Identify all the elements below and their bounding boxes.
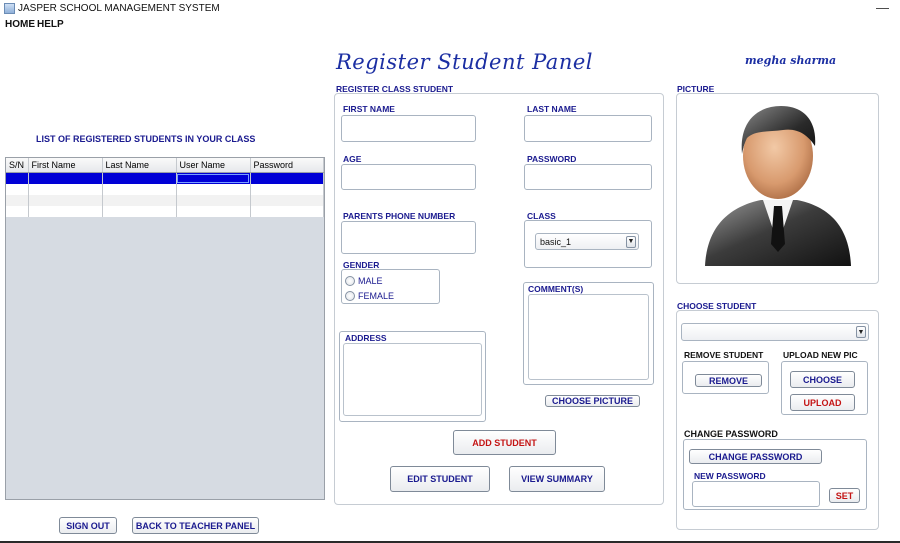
address-label: ADDRESS (345, 333, 387, 343)
col-first-name[interactable]: First Name (28, 158, 103, 173)
col-last-name[interactable]: Last Name (102, 158, 177, 173)
menu-bar: HOME HELP (0, 17, 900, 33)
gender-male-option[interactable]: MALE (345, 275, 383, 287)
window-title: JASPER SCHOOL MANAGEMENT SYSTEM (18, 3, 220, 14)
class-select-value: basic_1 (540, 236, 572, 247)
age-label: AGE (343, 154, 362, 164)
comments-label: COMMENT(S) (528, 284, 584, 294)
choose-button[interactable]: CHOOSE (790, 371, 855, 388)
radio-female[interactable] (345, 291, 355, 302)
student-list-heading: LIST OF REGISTERED STUDENTS IN YOUR CLAS… (36, 134, 256, 144)
java-app-icon (4, 3, 15, 14)
female-label: FEMALE (358, 291, 395, 302)
menu-help[interactable]: HELP (37, 19, 64, 30)
upload-button[interactable]: UPLOAD (790, 394, 855, 411)
change-password-label: CHANGE PASSWORD (684, 429, 778, 439)
remove-student-label: REMOVE STUDENT (684, 350, 764, 360)
gender-female-option[interactable]: FEMALE (345, 290, 394, 302)
minimize-button[interactable]: — (876, 0, 889, 15)
chevron-down-icon: ▼ (856, 326, 866, 338)
view-summary-button[interactable]: VIEW SUMMARY (509, 466, 605, 492)
back-to-teacher-button[interactable]: BACK TO TEACHER PANEL (132, 517, 259, 534)
sign-out-button[interactable]: SIGN OUT (59, 517, 117, 534)
table-row[interactable] (6, 205, 324, 217)
new-password-label: NEW PASSWORD (694, 471, 766, 481)
address-textarea[interactable] (343, 343, 482, 416)
avatar-placeholder-icon (705, 106, 851, 266)
col-sn[interactable]: S/N (6, 158, 29, 173)
menu-home[interactable]: HOME (5, 19, 35, 30)
picture-frame (676, 93, 879, 284)
last-name-label: LAST NAME (527, 104, 577, 114)
col-password[interactable]: Password (250, 158, 324, 173)
add-student-button[interactable]: ADD STUDENT (453, 430, 556, 455)
choose-picture-button[interactable]: CHOOSE PICTURE (545, 395, 640, 407)
change-password-button[interactable]: CHANGE PASSWORD (689, 449, 822, 464)
first-name-input[interactable] (341, 115, 476, 142)
choose-student-select[interactable]: ▼ (681, 323, 869, 341)
table-row-selected[interactable] (6, 172, 324, 184)
password-label: PASSWORD (527, 154, 577, 164)
first-name-label: FIRST NAME (343, 104, 395, 114)
upload-new-pic-label: UPLOAD NEW PIC (783, 350, 858, 360)
new-password-input[interactable] (692, 481, 820, 507)
student-table[interactable]: S/N First Name Last Name User Name Passw… (5, 157, 325, 500)
page-title: Register Student Panel (336, 50, 593, 74)
last-name-input[interactable] (524, 115, 652, 142)
chevron-down-icon: ▼ (626, 235, 636, 248)
parents-phone-input[interactable] (341, 221, 476, 254)
edit-student-button[interactable]: EDIT STUDENT (390, 466, 490, 492)
remove-button[interactable]: REMOVE (695, 374, 762, 387)
table-row[interactable] (6, 183, 324, 195)
logged-in-user: megha sharma (745, 54, 837, 67)
password-input[interactable] (524, 164, 652, 190)
radio-male[interactable] (345, 276, 355, 287)
class-select[interactable]: basic_1 ▼ (535, 233, 639, 250)
male-label: MALE (358, 276, 383, 287)
table-row[interactable] (6, 194, 324, 206)
title-bar: JASPER SCHOOL MANAGEMENT SYSTEM — (0, 0, 900, 17)
age-input[interactable] (341, 164, 476, 190)
set-button[interactable]: SET (829, 488, 860, 503)
parents-phone-label: PARENTS PHONE NUMBER (343, 211, 456, 221)
comments-textarea[interactable] (528, 294, 649, 380)
col-user-name[interactable]: User Name (176, 158, 251, 173)
